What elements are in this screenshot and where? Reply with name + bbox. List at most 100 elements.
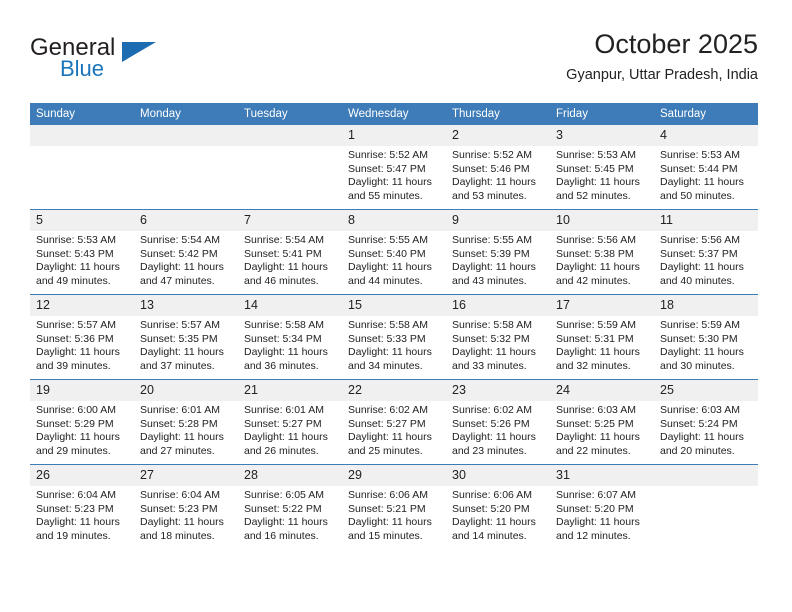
- calendar-day-cell[interactable]: 26 Sunrise: 6:04 AM Sunset: 5:23 PM Dayligh…: [30, 464, 134, 549]
- logo-text-blue: Blue: [60, 56, 105, 81]
- daylight-text: Daylight: 11 hours and 25 minutes.: [348, 431, 432, 457]
- day-number: 17: [550, 295, 654, 316]
- calendar-day-cell[interactable]: 20 Sunrise: 6:01 AM Sunset: 5:28 PM Dayligh…: [134, 379, 238, 465]
- day-details: Sunrise: 5:53 AM Sunset: 5:44 PM Daylight:…: [654, 146, 758, 203]
- sunrise-text: Sunrise: 5:57 AM: [140, 319, 220, 331]
- calendar-day-cell[interactable]: 3 Sunrise: 5:53 AM Sunset: 5:45 PM Daylight…: [550, 125, 654, 210]
- calendar-day-cell[interactable]: 2 Sunrise: 5:52 AM Sunset: 5:46 PM Daylight…: [446, 125, 550, 210]
- sunrise-text: Sunrise: 5:58 AM: [348, 319, 428, 331]
- sunrise-text: Sunrise: 6:07 AM: [556, 489, 636, 501]
- calendar-day-cell[interactable]: 22 Sunrise: 6:02 AM Sunset: 5:27 PM Dayligh…: [342, 379, 446, 465]
- day-details: Sunrise: 5:55 AM Sunset: 5:40 PM Daylight:…: [342, 231, 446, 288]
- calendar-day-cell[interactable]: 27 Sunrise: 6:04 AM Sunset: 5:23 PM Dayligh…: [134, 464, 238, 549]
- sunrise-text: Sunrise: 5:55 AM: [452, 234, 532, 246]
- sunset-text: Sunset: 5:33 PM: [348, 332, 426, 345]
- day-number: 18: [654, 295, 758, 316]
- calendar-day-cell[interactable]: 12 Sunrise: 5:57 AM Sunset: 5:36 PM Dayligh…: [30, 294, 134, 380]
- calendar-day-cell[interactable]: 18 Sunrise: 5:59 AM Sunset: 5:30 PM Dayligh…: [654, 294, 758, 380]
- day-details: Sunrise: 6:03 AM Sunset: 5:24 PM Daylight:…: [654, 401, 758, 458]
- calendar-day-cell[interactable]: 15 Sunrise: 5:58 AM Sunset: 5:33 PM Dayligh…: [342, 294, 446, 380]
- day-details: Sunrise: 5:55 AM Sunset: 5:39 PM Daylight:…: [446, 231, 550, 288]
- logo-general-blue[interactable]: General Blue: [30, 34, 260, 92]
- calendar-day-cell[interactable]: 28 Sunrise: 6:05 AM Sunset: 5:22 PM Dayligh…: [238, 464, 342, 549]
- calendar-day-cell[interactable]: 24 Sunrise: 6:03 AM Sunset: 5:25 PM Dayligh…: [550, 379, 654, 465]
- calendar-day-cell[interactable]: 11 Sunrise: 5:56 AM Sunset: 5:37 PM Dayligh…: [654, 209, 758, 295]
- daylight-text: Daylight: 11 hours and 19 minutes.: [36, 516, 120, 542]
- day-details: Sunrise: 6:05 AM Sunset: 5:22 PM Daylight:…: [238, 486, 342, 543]
- sunrise-text: Sunrise: 6:01 AM: [244, 404, 324, 416]
- sunset-text: Sunset: 5:21 PM: [348, 502, 426, 515]
- calendar-day-cell[interactable]: 9 Sunrise: 5:55 AM Sunset: 5:39 PM Daylight…: [446, 209, 550, 295]
- sunset-text: Sunset: 5:37 PM: [660, 247, 738, 260]
- sunset-text: Sunset: 5:39 PM: [452, 247, 530, 260]
- daylight-text: Daylight: 11 hours and 20 minutes.: [660, 431, 744, 457]
- day-number: 6: [134, 210, 238, 231]
- calendar-day-cell[interactable]: 7 Sunrise: 5:54 AM Sunset: 5:41 PM Daylight…: [238, 209, 342, 295]
- day-number: 8: [342, 210, 446, 231]
- day-number: 25: [654, 380, 758, 401]
- day-details: Sunrise: 5:53 AM Sunset: 5:45 PM Daylight:…: [550, 146, 654, 203]
- calendar-day-cell[interactable]: 14 Sunrise: 5:58 AM Sunset: 5:34 PM Dayligh…: [238, 294, 342, 380]
- calendar-day-cell[interactable]: 5 Sunrise: 5:53 AM Sunset: 5:43 PM Daylight…: [30, 209, 134, 295]
- sunrise-text: Sunrise: 5:58 AM: [244, 319, 324, 331]
- sunset-text: Sunset: 5:31 PM: [556, 332, 634, 345]
- day-details: Sunrise: 6:06 AM Sunset: 5:21 PM Daylight:…: [342, 486, 446, 543]
- calendar-week-row: 12 Sunrise: 5:57 AM Sunset: 5:36 PM Dayligh…: [30, 294, 758, 380]
- day-details: [654, 486, 758, 489]
- sunrise-text: Sunrise: 6:00 AM: [36, 404, 116, 416]
- calendar-day-cell[interactable]: 31 Sunrise: 6:07 AM Sunset: 5:20 PM Dayligh…: [550, 464, 654, 549]
- day-details: Sunrise: 5:58 AM Sunset: 5:34 PM Daylight:…: [238, 316, 342, 373]
- calendar-day-cell[interactable]: 13 Sunrise: 5:57 AM Sunset: 5:35 PM Dayligh…: [134, 294, 238, 380]
- day-details: Sunrise: 6:07 AM Sunset: 5:20 PM Daylight:…: [550, 486, 654, 543]
- day-number: 3: [550, 125, 654, 146]
- day-number: 23: [446, 380, 550, 401]
- daylight-text: Daylight: 11 hours and 39 minutes.: [36, 346, 120, 372]
- day-details: Sunrise: 5:57 AM Sunset: 5:35 PM Daylight:…: [134, 316, 238, 373]
- calendar-day-cell[interactable]: 25 Sunrise: 6:03 AM Sunset: 5:24 PM Dayligh…: [654, 379, 758, 465]
- calendar-day-cell[interactable]: 17 Sunrise: 5:59 AM Sunset: 5:31 PM Dayligh…: [550, 294, 654, 380]
- sunrise-text: Sunrise: 5:59 AM: [556, 319, 636, 331]
- calendar-cell-empty: [134, 125, 238, 210]
- calendar-day-cell[interactable]: 6 Sunrise: 5:54 AM Sunset: 5:42 PM Daylight…: [134, 209, 238, 295]
- calendar-day-cell[interactable]: 10 Sunrise: 5:56 AM Sunset: 5:38 PM Dayligh…: [550, 209, 654, 295]
- daylight-text: Daylight: 11 hours and 16 minutes.: [244, 516, 328, 542]
- calendar-day-cell[interactable]: 23 Sunrise: 6:02 AM Sunset: 5:26 PM Dayligh…: [446, 379, 550, 465]
- day-number: 22: [342, 380, 446, 401]
- day-number: 13: [134, 295, 238, 316]
- sunrise-text: Sunrise: 5:52 AM: [348, 149, 428, 161]
- calendar-day-cell[interactable]: 30 Sunrise: 6:06 AM Sunset: 5:20 PM Dayligh…: [446, 464, 550, 549]
- day-details: Sunrise: 6:06 AM Sunset: 5:20 PM Daylight:…: [446, 486, 550, 543]
- calendar-page: General Blue October 2025 Gyanpur, Uttar…: [0, 0, 792, 612]
- daylight-text: Daylight: 11 hours and 49 minutes.: [36, 261, 120, 287]
- calendar-day-cell[interactable]: 8 Sunrise: 5:55 AM Sunset: 5:40 PM Daylight…: [342, 209, 446, 295]
- sunset-text: Sunset: 5:27 PM: [244, 417, 322, 430]
- calendar-day-cell[interactable]: 19 Sunrise: 6:00 AM Sunset: 5:29 PM Dayligh…: [30, 379, 134, 465]
- page-header: General Blue October 2025 Gyanpur, Uttar…: [30, 28, 758, 96]
- calendar-cell-empty: [30, 125, 134, 210]
- calendar-table: Sunday Monday Tuesday Wednesday Thursday Frid…: [30, 103, 758, 549]
- sunset-text: Sunset: 5:45 PM: [556, 162, 634, 175]
- day-number: 2: [446, 125, 550, 146]
- day-details: [238, 146, 342, 149]
- day-details: Sunrise: 5:54 AM Sunset: 5:41 PM Daylight:…: [238, 231, 342, 288]
- day-details: Sunrise: 5:58 AM Sunset: 5:32 PM Daylight:…: [446, 316, 550, 373]
- page-title: October 2025: [594, 29, 758, 59]
- sunrise-text: Sunrise: 6:06 AM: [348, 489, 428, 501]
- day-details: Sunrise: 5:56 AM Sunset: 5:38 PM Daylight:…: [550, 231, 654, 288]
- calendar-day-cell[interactable]: 1 Sunrise: 5:52 AM Sunset: 5:47 PM Daylight…: [342, 125, 446, 210]
- day-details: Sunrise: 6:02 AM Sunset: 5:26 PM Daylight:…: [446, 401, 550, 458]
- title-block: October 2025 Gyanpur, Uttar Pradesh, Ind…: [566, 28, 758, 84]
- calendar-day-cell[interactable]: 16 Sunrise: 5:58 AM Sunset: 5:32 PM Dayligh…: [446, 294, 550, 380]
- day-number: 21: [238, 380, 342, 401]
- day-number: 24: [550, 380, 654, 401]
- calendar-week-row: 26 Sunrise: 6:04 AM Sunset: 5:23 PM Dayligh…: [30, 464, 758, 549]
- day-number: 28: [238, 465, 342, 486]
- sunrise-text: Sunrise: 6:05 AM: [244, 489, 324, 501]
- day-details: Sunrise: 6:04 AM Sunset: 5:23 PM Daylight:…: [30, 486, 134, 543]
- calendar-day-cell[interactable]: 21 Sunrise: 6:01 AM Sunset: 5:27 PM Dayligh…: [238, 379, 342, 465]
- sunrise-text: Sunrise: 5:55 AM: [348, 234, 428, 246]
- calendar-day-cell[interactable]: 4 Sunrise: 5:53 AM Sunset: 5:44 PM Daylight…: [654, 125, 758, 210]
- calendar-day-cell[interactable]: 29 Sunrise: 6:06 AM Sunset: 5:21 PM Dayligh…: [342, 464, 446, 549]
- daylight-text: Daylight: 11 hours and 46 minutes.: [244, 261, 328, 287]
- sunset-text: Sunset: 5:36 PM: [36, 332, 114, 345]
